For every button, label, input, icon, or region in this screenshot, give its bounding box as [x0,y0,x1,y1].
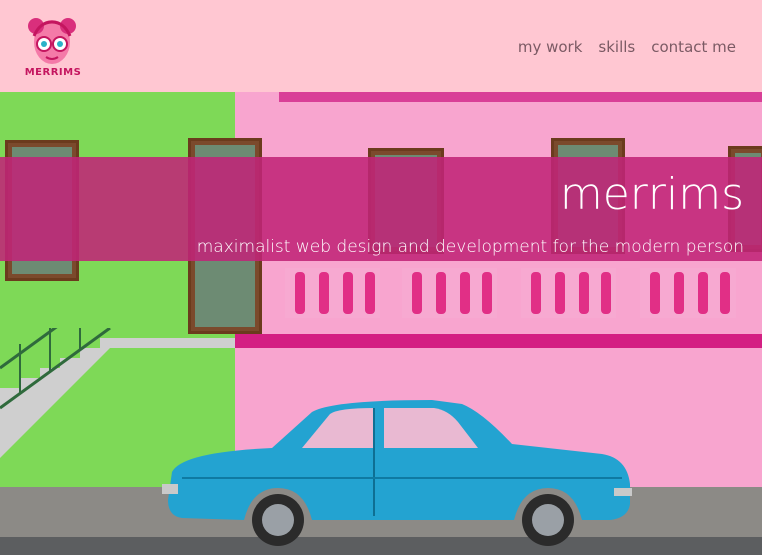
nav-my-work[interactable]: my work [518,38,583,56]
car-illustration [162,400,632,546]
hero-section: merrims maximalist web design and develo… [0,92,762,555]
hero-title: merrims [559,169,744,220]
nav-contact-me[interactable]: contact me [651,38,736,56]
pink-building-trim [279,92,762,102]
main-nav: my work skills contact me [518,38,736,56]
balcony-railing [285,268,380,318]
hero-subtitle: maximalist web design and development fo… [196,237,744,257]
nav-skills[interactable]: skills [598,38,635,56]
site-header: MERRIMS my work skills contact me [0,0,762,92]
pink-building-band [235,334,762,348]
balcony-railing [521,268,616,318]
hero-banner: merrims maximalist web design and develo… [0,157,762,261]
logo-text: MERRIMS [24,67,82,78]
balcony-railing [402,268,497,318]
balcony-railing [640,268,736,318]
